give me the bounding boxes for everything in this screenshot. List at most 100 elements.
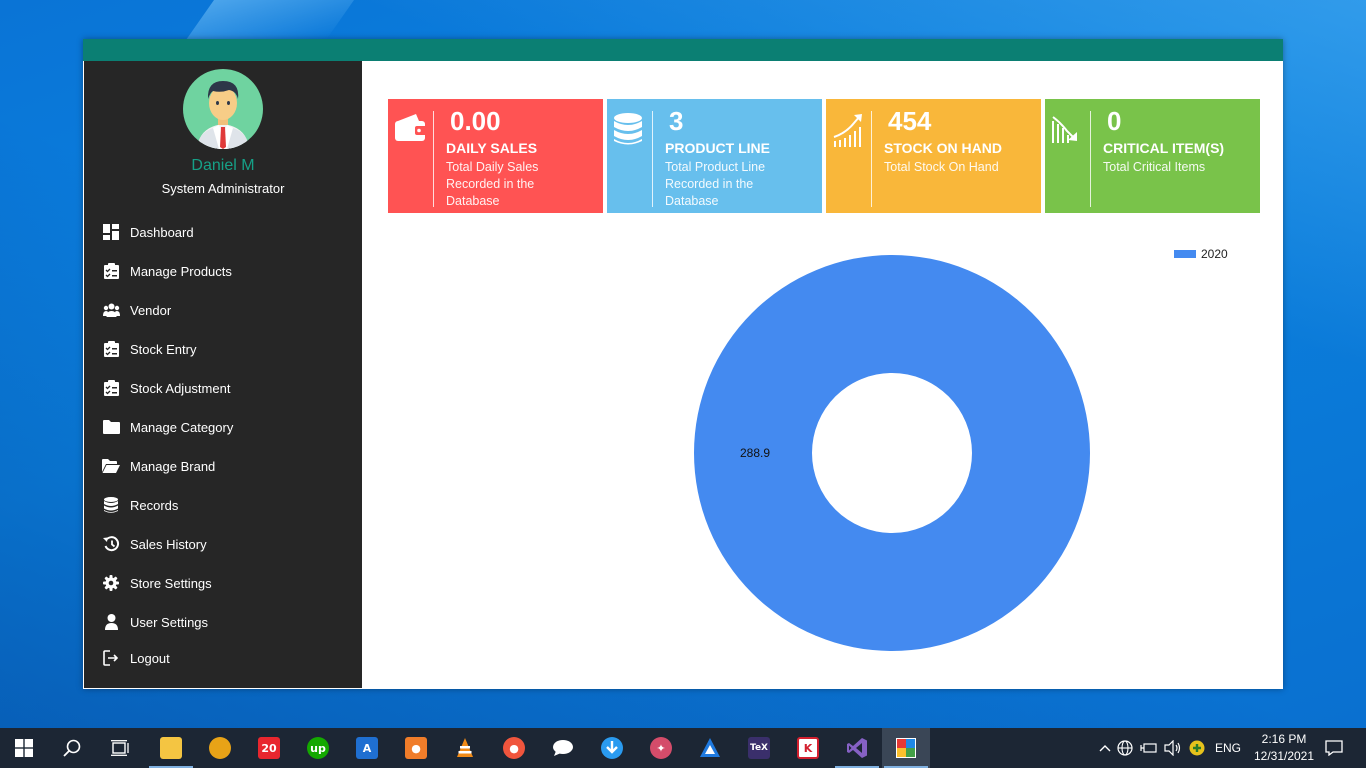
taskbar-app-20[interactable]: 20: [245, 728, 293, 768]
users-icon: [102, 301, 120, 319]
notification-icon: [1325, 740, 1343, 756]
download-icon: [601, 737, 623, 759]
app-orange-icon: ●: [405, 737, 427, 759]
card-value: 0.00: [450, 106, 501, 136]
folder-icon: [160, 737, 182, 759]
folder-icon: [102, 418, 120, 436]
tray-app-icon[interactable]: [1185, 740, 1209, 756]
app-triangle-icon: [700, 738, 720, 757]
calendar-20-icon: 20: [258, 737, 280, 759]
clipboard-icon: [102, 379, 120, 397]
clipboard-icon: [102, 340, 120, 358]
sidebar-item-user-settings[interactable]: User Settings: [84, 607, 362, 637]
card-description: Total Daily Sales Recorded in the Databa…: [446, 160, 539, 208]
trend-up-icon: [832, 113, 868, 149]
card-value: 3: [669, 106, 684, 136]
title-bar[interactable]: [83, 39, 1283, 61]
sidebar-item-label: Vendor: [130, 302, 172, 318]
taskbar-app-triangle[interactable]: [686, 728, 734, 768]
search-button[interactable]: [48, 728, 96, 768]
critical-items-card[interactable]: 0 CRITICAL ITEM(S) Total Critical Items: [1045, 99, 1260, 213]
taskbar-app-red[interactable]: ●: [490, 728, 538, 768]
language-indicator[interactable]: ENG: [1211, 741, 1245, 755]
taskbar-app-file-explorer[interactable]: [147, 728, 195, 768]
gear-icon: [102, 574, 120, 592]
task-view-button[interactable]: [96, 728, 144, 768]
sidebar-item-manage-brand[interactable]: Manage Brand: [84, 451, 362, 481]
sidebar-item-stock-entry[interactable]: Stock Entry: [84, 334, 362, 364]
sidebar-item-vendor[interactable]: Vendor: [84, 295, 362, 325]
sidebar: Daniel M System Administrator Dashboard …: [84, 61, 362, 688]
card-value: 454: [888, 106, 932, 136]
card-divider: [652, 111, 653, 207]
taskbar-app-red2[interactable]: K: [784, 728, 832, 768]
sales-donut-chart: 288.9: [694, 255, 1090, 651]
sidebar-item-label: Records: [130, 497, 179, 513]
card-description: Total Critical Items: [1103, 160, 1206, 174]
taskbar-app-download[interactable]: [588, 728, 636, 768]
slice-data-label: 288.9: [740, 446, 770, 460]
sidebar-item-stock-adjustment[interactable]: Stock Adjustment: [84, 373, 362, 403]
sidebar-item-label: Dashboard: [130, 224, 194, 240]
trend-down-icon: [1051, 113, 1087, 149]
card-description: Total Product Line Recorded in the Datab…: [665, 160, 766, 208]
paint-icon: ✦: [650, 737, 672, 759]
taskbar-app-visual-studio[interactable]: [833, 728, 881, 768]
sidebar-item-label: Logout: [130, 650, 170, 666]
taskbar-app-active[interactable]: [882, 728, 930, 768]
app-window: Daniel M System Administrator Dashboard …: [83, 39, 1283, 689]
card-divider: [871, 111, 872, 207]
card-title: PRODUCT LINE: [665, 140, 770, 156]
stock-on-hand-card[interactable]: 454 STOCK ON HAND Total Stock On Hand: [826, 99, 1041, 213]
app-a-icon: A: [356, 737, 378, 759]
sidebar-item-label: Stock Entry: [130, 341, 197, 357]
taskbar-app-tex[interactable]: TeX: [735, 728, 783, 768]
sidebar-item-label: Manage Category: [130, 419, 234, 435]
task-view-icon: [111, 740, 129, 756]
sidebar-item-label: Sales History: [130, 536, 207, 552]
card-divider: [433, 111, 434, 207]
chevron-up-icon[interactable]: [1097, 744, 1113, 752]
sidebar-item-logout[interactable]: Logout: [84, 643, 362, 673]
sidebar-item-dashboard[interactable]: Dashboard: [84, 217, 362, 247]
chart-legend: 2020: [1174, 247, 1228, 261]
vlc-icon: [457, 738, 473, 757]
notifications-button[interactable]: [1310, 728, 1358, 768]
start-button[interactable]: [0, 728, 48, 768]
sidebar-item-manage-category[interactable]: Manage Category: [84, 412, 362, 442]
avatar: [183, 69, 263, 149]
sidebar-item-label: Store Settings: [130, 575, 212, 591]
daily-sales-card[interactable]: 0.00 DAILY SALES Total Daily Sales Recor…: [388, 99, 603, 213]
sidebar-item-sales-history[interactable]: Sales History: [84, 529, 362, 559]
taskbar-app-vlc[interactable]: [441, 728, 489, 768]
wallet-icon: [394, 113, 430, 149]
legend-label: 2020: [1201, 247, 1228, 261]
battery-icon[interactable]: [1137, 742, 1161, 754]
card-value: 0: [1107, 106, 1122, 136]
logout-icon: [102, 649, 120, 667]
visual-studio-icon: [847, 738, 867, 758]
upwork-icon: up: [307, 737, 329, 759]
sidebar-item-records[interactable]: Records: [84, 490, 362, 520]
message-icon: [553, 740, 573, 756]
taskbar-app-a[interactable]: A: [343, 728, 391, 768]
sidebar-item-manage-products[interactable]: Manage Products: [84, 256, 362, 286]
taskbar-app-orange[interactable]: ●: [392, 728, 440, 768]
sidebar-item-store-settings[interactable]: Store Settings: [84, 568, 362, 598]
taskbar-app-paint[interactable]: ✦: [637, 728, 685, 768]
product-line-card[interactable]: 3 PRODUCT LINE Total Product Line Record…: [607, 99, 822, 213]
sidebar-item-label: Manage Brand: [130, 458, 216, 474]
active-app-icon: [896, 738, 916, 758]
user-role: System Administrator: [161, 181, 285, 196]
app-red-icon: ●: [503, 737, 525, 759]
database-icon: [102, 496, 120, 514]
taskbar-app-messages[interactable]: [539, 728, 587, 768]
legend-swatch: [1174, 250, 1196, 258]
card-title: CRITICAL ITEM(S): [1103, 140, 1225, 156]
dashboard-icon: [102, 223, 120, 241]
volume-icon[interactable]: [1161, 740, 1185, 756]
taskbar-app-upwork[interactable]: up: [294, 728, 342, 768]
tex-icon: TeX: [748, 737, 770, 759]
network-globe-icon[interactable]: [1113, 740, 1137, 756]
taskbar-app-chrome-canary[interactable]: [196, 728, 244, 768]
